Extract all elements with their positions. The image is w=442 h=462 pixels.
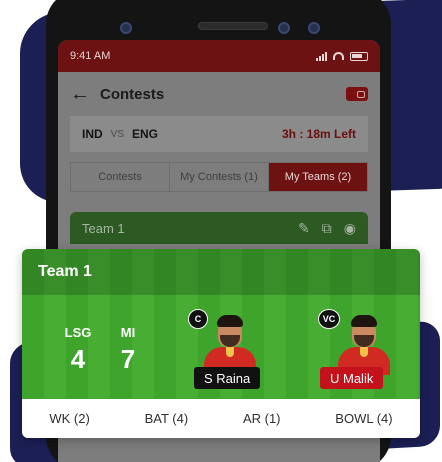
team-abbr: MI [120,325,136,340]
ar-count: AR (1) [242,411,281,426]
wallet-icon[interactable] [346,87,368,101]
player-vice-captain[interactable]: VC U Malik [318,309,404,399]
tab-my-contests[interactable]: My Contests (1) [170,163,269,191]
team-card-header[interactable]: Team 1 ✎ ⧉ ◉ [70,212,368,244]
player-avatar [202,313,258,375]
page-title: Contests [100,85,165,103]
team-player-count: 7 [120,344,136,374]
player-name-tag: U Malik [320,367,384,389]
wk-count: WK (2) [49,411,90,426]
eye-icon[interactable]: ◉ [344,220,356,237]
tab-my-teams[interactable]: My Teams (2) [269,163,367,191]
bowl-count: BOWL (4) [335,411,393,426]
edit-icon[interactable]: ✎ [298,220,310,237]
contest-tabs: Contests My Contests (1) My Teams (2) [70,162,368,192]
match-info-bar: IND VS ENG 3h : 18m Left [70,116,368,152]
camera-icon [308,22,320,34]
team-preview-card[interactable]: Team 1 LSG 4 MI 7 C S Raina VC U Malik W… [22,249,420,438]
player-avatar [336,313,392,375]
signal-icon [316,51,327,61]
pitch-area: Team 1 LSG 4 MI 7 C S Raina VC U Malik [22,249,420,399]
front-camera-icon [120,22,132,34]
team-card-actions: ✎ ⧉ ◉ [298,220,356,237]
status-time: 9:41 AM [70,50,111,62]
app-header: ← Contests [58,72,380,116]
captain-badge: C [188,309,208,329]
role-counts: WK (2) BAT (4) AR (1) BOWL (4) [22,399,420,438]
wifi-icon [333,52,344,60]
arrow-left-icon[interactable]: ← [70,83,90,106]
status-icons [316,51,368,61]
card-title: Team 1 [22,249,420,295]
team-card-title: Team 1 [82,220,125,236]
speaker-grille [198,22,268,30]
team-a-label: IND [82,127,103,141]
time-left: 3h : 18m Left [281,127,356,141]
copy-icon[interactable]: ⧉ [322,220,332,237]
team-count-mi: MI 7 [98,325,158,375]
team-b-label: ENG [132,127,159,141]
player-name-tag: S Raina [194,367,261,389]
battery-icon [350,51,368,61]
bat-count: BAT (4) [144,411,189,426]
status-bar: 9:41 AM [58,40,380,72]
sensor-icon [278,22,290,34]
vice-captain-badge: VC [318,309,340,329]
vs-label: VS [110,128,125,140]
player-captain[interactable]: C S Raina [188,309,270,399]
phone-notch [46,0,391,34]
tab-contests[interactable]: Contests [71,163,170,191]
